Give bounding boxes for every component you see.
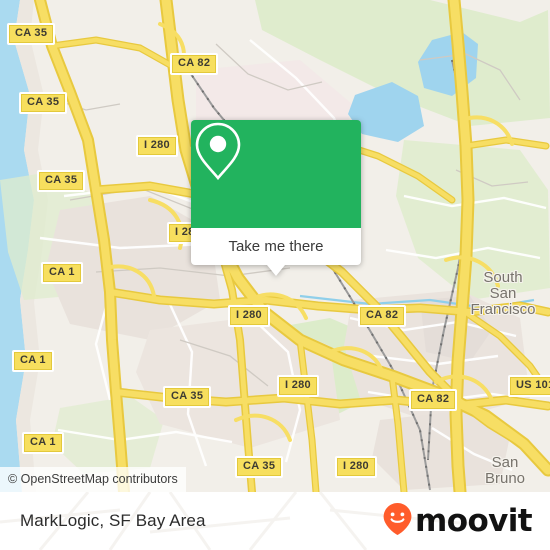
location-callout[interactable]: Take me there (191, 120, 361, 276)
road-shield: I 280 (335, 456, 377, 478)
callout-tail (267, 265, 285, 276)
road-shield: I 280 (228, 305, 270, 327)
place-label: South San Francisco (470, 270, 535, 318)
place-label-line: San (489, 285, 517, 302)
road-shield: CA 82 (409, 389, 458, 411)
map-attribution[interactable]: © OpenStreetMap contributors (0, 467, 186, 492)
bottom-bar: MarkLogic, SF Bay Area moovit (0, 492, 550, 550)
moovit-wordmark: moovit (415, 502, 533, 539)
place-label-line: Francisco (470, 301, 536, 318)
road-shield: CA 35 (7, 23, 56, 45)
road-shield: CA 1 (41, 262, 83, 284)
road-shield: CA 35 (163, 386, 212, 408)
road-shield: CA 82 (170, 53, 219, 75)
take-me-there-label: Take me there (228, 238, 324, 255)
place-label-line: San (491, 454, 519, 471)
moovit-logo[interactable]: moovit (382, 502, 533, 541)
road-shield: I 280 (277, 375, 319, 397)
road-shield: US 101 (508, 375, 550, 397)
callout-header (191, 120, 361, 228)
map-attribution-label: © OpenStreetMap contributors (8, 472, 178, 486)
road-shield: CA 35 (235, 456, 284, 478)
map-screen: CA 35 CA 82 CA 35 I 280 CA 35 I 280 CA 1 I 280 C… (0, 0, 550, 550)
road-shield: CA 82 (358, 305, 407, 327)
place-label-line: Bruno (484, 470, 526, 487)
road-shield: I 280 (136, 135, 178, 157)
road-shield: CA 1 (22, 432, 64, 454)
place-label-line: South (483, 269, 523, 286)
map-pin-icon (195, 122, 303, 205)
map-canvas[interactable]: CA 35 CA 82 CA 35 I 280 CA 35 I 280 CA 1 I 280 C… (0, 0, 550, 492)
take-me-there-button[interactable]: Take me there (191, 228, 361, 265)
moovit-pin-icon (382, 502, 413, 541)
place-label: San Bruno (485, 455, 525, 487)
road-shield: CA 35 (19, 92, 68, 114)
place-title: MarkLogic, SF Bay Area (20, 511, 206, 530)
road-shield: CA 1 (12, 350, 54, 372)
road-shield: CA 35 (37, 170, 86, 192)
